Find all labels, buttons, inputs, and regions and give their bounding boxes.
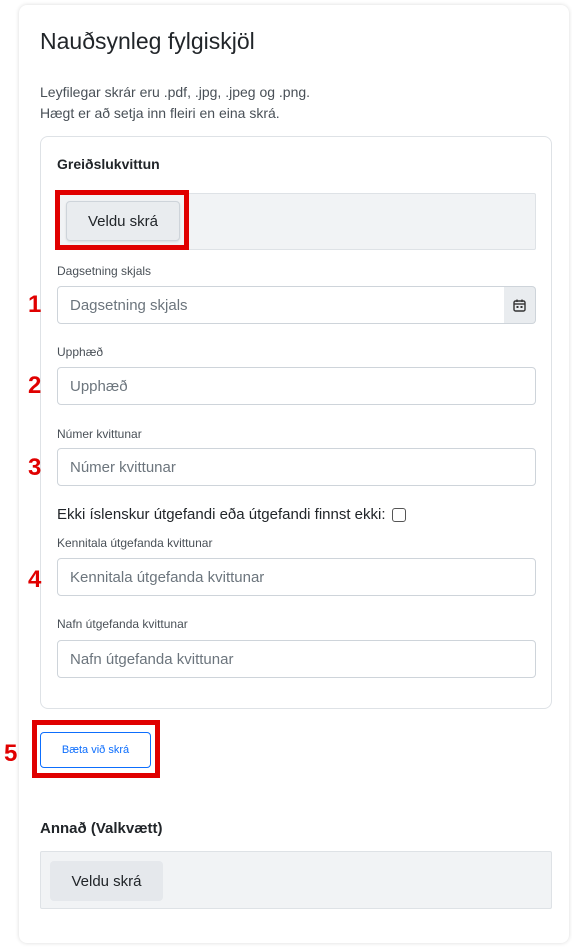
annotation-number-4: 4 bbox=[28, 566, 42, 593]
receipt-number-label: Númer kvittunar bbox=[57, 427, 142, 441]
issuer-id-input[interactable]: Kennitala útgefanda kvittunar bbox=[57, 558, 536, 596]
issuer-name-label: Nafn útgefanda kvittunar bbox=[57, 617, 188, 631]
other-section-title: Annað (Valkvætt) bbox=[40, 820, 163, 837]
annotation-number-1: 1 bbox=[28, 291, 42, 318]
amount-label: Upphæð bbox=[57, 345, 104, 359]
calendar-icon bbox=[513, 299, 526, 312]
description-line-1: Leyfilegar skrár eru .pdf, .jpg, .jpeg o… bbox=[40, 84, 311, 100]
date-input[interactable]: Dagsetning skjals bbox=[57, 286, 505, 324]
other-choose-file-button[interactable]: Veldu skrá bbox=[50, 861, 163, 901]
annotation-number-3: 3 bbox=[28, 454, 42, 481]
annotation-number-2: 2 bbox=[28, 372, 42, 399]
receipt-number-input[interactable]: Númer kvittunar bbox=[57, 448, 536, 486]
page-description: Leyfilegar skrár eru .pdf, .jpg, .jpeg o… bbox=[40, 82, 310, 124]
date-label: Dagsetning skjals bbox=[57, 264, 152, 278]
issuer-name-input[interactable]: Nafn útgefanda kvittunar bbox=[57, 640, 536, 678]
calendar-button[interactable] bbox=[504, 286, 536, 324]
description-line-2: Hægt er að setja inn fleiri en eina skrá… bbox=[40, 105, 280, 121]
highlight-box-choose-file bbox=[55, 190, 189, 250]
foreign-issuer-row: Ekki íslenskur útgefandi eða útgefandi f… bbox=[57, 506, 406, 523]
annotation-number-5: 5 bbox=[4, 740, 18, 767]
receipt-section-title: Greiðslukvittun bbox=[57, 156, 160, 172]
foreign-issuer-checkbox[interactable] bbox=[391, 507, 406, 522]
issuer-id-label: Kennitala útgefanda kvittunar bbox=[57, 536, 213, 550]
foreign-issuer-label: Ekki íslenskur útgefandi eða útgefandi f… bbox=[57, 506, 386, 523]
amount-input[interactable]: Upphæð bbox=[57, 367, 536, 405]
page-title: Nauðsynleg fylgiskjöl bbox=[40, 28, 255, 54]
highlight-box-add-file bbox=[32, 720, 160, 778]
